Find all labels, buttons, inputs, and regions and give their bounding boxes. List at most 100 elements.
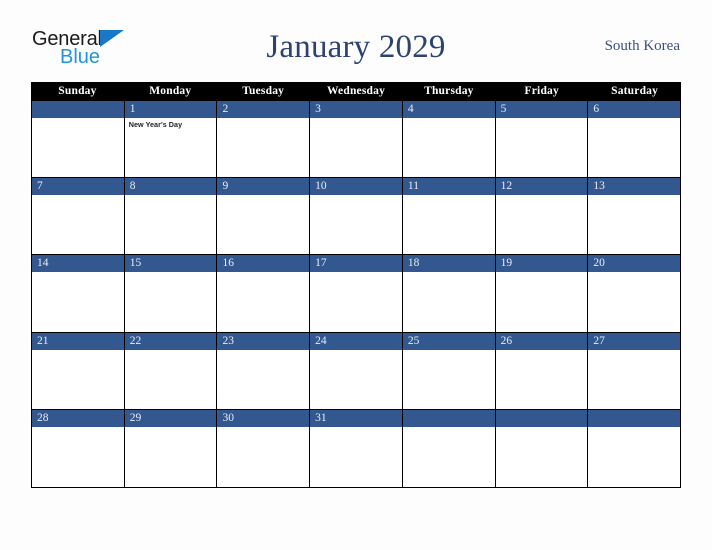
event-area — [403, 195, 495, 197]
event-area — [310, 350, 402, 352]
weekday-header-sunday: Sunday — [58, 85, 97, 97]
day-cell-5[interactable]: 5 — [495, 101, 589, 179]
day-cell-31[interactable]: 31 — [310, 409, 403, 487]
day-cell-empty[interactable] — [588, 409, 681, 487]
event-area — [32, 118, 124, 120]
day-cell-30[interactable]: 30 — [217, 409, 311, 487]
date-number: 6 — [588, 101, 681, 118]
event-area — [32, 272, 124, 274]
day-cell-12[interactable]: 12 — [495, 178, 589, 256]
day-cell-2[interactable]: 2 — [217, 101, 311, 179]
event-area — [496, 272, 588, 274]
event-area — [310, 118, 402, 120]
day-cell-empty[interactable] — [495, 409, 589, 487]
date-number — [32, 101, 124, 118]
day-cell-26[interactable]: 26 — [495, 332, 589, 410]
calendar-week-row: 28 29 30 31 — [32, 409, 681, 487]
event-area — [588, 350, 680, 352]
day-cell-27[interactable]: 27 — [588, 332, 681, 410]
event-area — [496, 118, 588, 120]
day-cell-24[interactable]: 24 — [310, 332, 403, 410]
date-number: 31 — [310, 409, 402, 427]
day-cell-20[interactable]: 20 — [588, 255, 681, 333]
event-area — [496, 427, 588, 429]
date-number: 4 — [402, 101, 495, 118]
event-area — [217, 272, 309, 274]
day-cell-17[interactable]: 17 — [310, 255, 403, 333]
date-number: 19 — [495, 255, 588, 273]
page-header: General Blue January 2029 South Korea — [0, 24, 712, 78]
day-cell-15[interactable]: 15 — [124, 255, 218, 333]
date-number: 3 — [310, 101, 402, 118]
day-cell-empty[interactable] — [402, 409, 496, 487]
event-area — [403, 118, 495, 120]
day-cell-11[interactable]: 11 — [402, 178, 496, 256]
weekday-header-wednesday: Wednesday — [326, 85, 386, 97]
event-area — [403, 427, 495, 429]
day-cell-14[interactable]: 14 — [32, 255, 125, 333]
date-number: 26 — [495, 332, 588, 350]
day-cell-28[interactable]: 28 — [32, 409, 125, 487]
day-cell-empty[interactable] — [32, 101, 125, 179]
day-cell-8[interactable]: 8 — [124, 178, 218, 256]
date-number: 16 — [217, 255, 310, 273]
day-cell-19[interactable]: 19 — [495, 255, 589, 333]
event-area — [32, 350, 124, 352]
date-number: 29 — [124, 409, 217, 427]
day-cell-7[interactable]: 7 — [32, 178, 125, 256]
date-number — [588, 409, 681, 427]
day-cell-1[interactable]: 1 New Year's Day — [124, 101, 218, 179]
day-cell-25[interactable]: 25 — [402, 332, 496, 410]
weekday-header-saturday: Saturday — [611, 85, 659, 97]
event-area — [588, 272, 680, 274]
date-number: 24 — [310, 332, 402, 350]
event-area — [403, 350, 495, 352]
day-cell-10[interactable]: 10 — [310, 178, 403, 256]
weekday-header-tuesday: Tuesday — [242, 85, 285, 97]
day-cell-4[interactable]: 4 — [402, 101, 496, 179]
date-number: 7 — [32, 178, 124, 196]
event-area — [310, 272, 402, 274]
event-area — [125, 350, 217, 352]
event-area — [496, 195, 588, 197]
date-number: 11 — [402, 178, 495, 196]
day-cell-16[interactable]: 16 — [217, 255, 311, 333]
event-area — [217, 350, 309, 352]
day-cell-22[interactable]: 22 — [124, 332, 218, 410]
event-area — [310, 195, 402, 197]
event-area — [217, 195, 309, 197]
calendar-weeks: 1 New Year's Day 2 3 4 5 6 7 8 9 10 11 12 13 14 15 16 17 1… — [31, 101, 681, 488]
event-area — [125, 272, 217, 274]
day-cell-9[interactable]: 9 — [217, 178, 311, 256]
event-area — [403, 272, 495, 274]
event-area — [32, 427, 124, 429]
date-number: 22 — [124, 332, 217, 350]
day-cell-18[interactable]: 18 — [402, 255, 496, 333]
event-area — [32, 195, 124, 197]
event-area — [125, 195, 217, 197]
event-area — [310, 427, 402, 429]
date-number: 5 — [495, 101, 588, 118]
weekday-header-friday: Friday — [524, 85, 559, 97]
date-number: 12 — [495, 178, 588, 196]
event-area — [217, 118, 309, 120]
day-cell-23[interactable]: 23 — [217, 332, 311, 410]
day-cell-29[interactable]: 29 — [124, 409, 218, 487]
day-cell-3[interactable]: 3 — [310, 101, 403, 179]
day-cell-21[interactable]: 21 — [32, 332, 125, 410]
date-number: 2 — [217, 101, 310, 118]
date-number: 18 — [402, 255, 495, 273]
event-area — [125, 427, 217, 429]
calendar-week-row: 21 22 23 24 25 26 27 — [32, 332, 681, 410]
day-cell-6[interactable]: 6 — [588, 101, 681, 179]
event-area — [588, 427, 680, 429]
date-number — [402, 409, 495, 427]
date-number: 30 — [217, 409, 310, 427]
day-cell-13[interactable]: 13 — [588, 178, 681, 256]
date-number: 1 — [124, 101, 217, 118]
event-area: New Year's Day — [125, 118, 217, 130]
date-number: 14 — [32, 255, 124, 273]
date-number: 27 — [588, 332, 681, 350]
date-number: 10 — [310, 178, 402, 196]
date-number: 13 — [588, 178, 681, 196]
